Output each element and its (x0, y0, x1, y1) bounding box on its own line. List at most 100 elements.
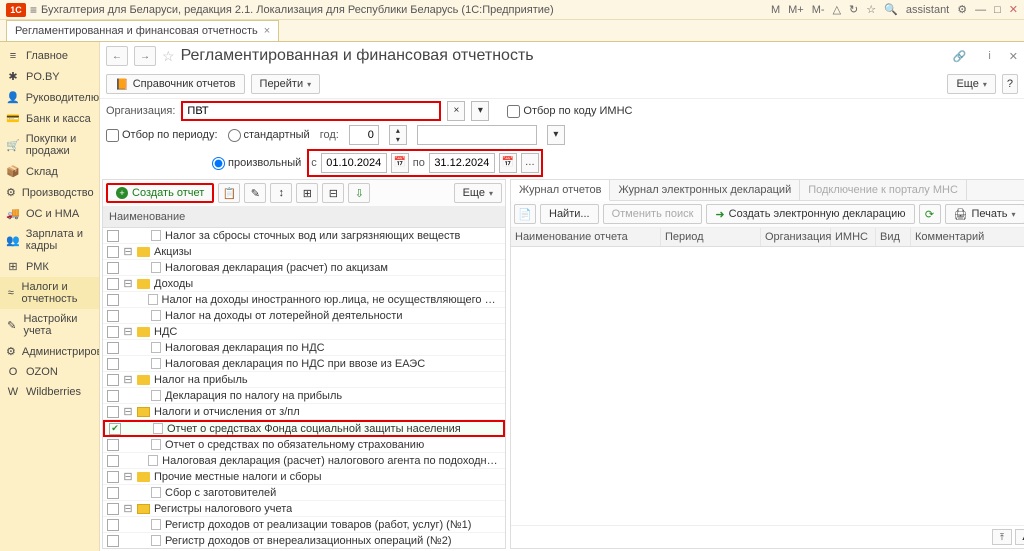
sidebar-item-6[interactable]: ⚙Производство (0, 182, 99, 203)
tree-item[interactable]: Сбор с заготовителей (103, 485, 505, 501)
sidebar-item-0[interactable]: ≡Главное (0, 46, 99, 66)
expand-icon[interactable]: ⊟ (123, 277, 133, 290)
tree-folder[interactable]: ⊟Налоги и отчисления от з/пл (103, 404, 505, 420)
checkbox[interactable] (107, 535, 119, 547)
bell-icon[interactable]: △ (833, 3, 841, 16)
org-clear-button[interactable]: × (447, 101, 465, 121)
titlebar-m[interactable]: M (771, 4, 780, 16)
sidebar-item-4[interactable]: 🛒Покупки и продажи (0, 129, 99, 161)
checkbox[interactable] (107, 246, 119, 258)
year-stepper[interactable]: ▴▾ (389, 125, 407, 145)
date-from-input[interactable] (321, 153, 387, 173)
scroll-top-button[interactable]: ⤒ (992, 529, 1012, 545)
checkbox[interactable] (107, 230, 119, 242)
collapse-button[interactable]: ⊟ (322, 183, 344, 203)
tree-item[interactable]: Регистр доходов от внереализационных опе… (103, 533, 505, 548)
checkbox[interactable] (107, 374, 119, 386)
filter-imns-checkbox[interactable]: Отбор по коду ИМНС (507, 105, 632, 118)
checkbox[interactable] (107, 262, 119, 274)
scroll-up-button[interactable]: ▲ (1015, 529, 1024, 545)
tree-folder[interactable]: ⊟Акцизы (103, 244, 505, 260)
star-icon[interactable]: ☆ (866, 3, 876, 16)
expand-icon[interactable]: ⊟ (123, 470, 133, 483)
print-button[interactable]: 🖨 Печать ▾ (945, 204, 1024, 224)
expand-button[interactable]: ⊞ (296, 183, 318, 203)
export-button[interactable]: ⇩ (348, 183, 370, 203)
tree-item[interactable]: Налоговая декларация (расчет) по акцизам (103, 260, 505, 276)
date-to-input[interactable] (429, 153, 495, 173)
period-arbitrary-radio[interactable]: произвольный (212, 157, 301, 170)
checkbox[interactable] (107, 519, 119, 531)
expand-icon[interactable]: ⊟ (123, 325, 133, 338)
maximize-icon[interactable]: □ (994, 4, 1001, 16)
user-label[interactable]: assistant (906, 4, 949, 16)
tree-item[interactable]: Налог за сбросы сточных вод или загрязня… (103, 228, 505, 244)
tree-folder[interactable]: ⊟Регистры налогового учета (103, 501, 505, 517)
titlebar-m-plus[interactable]: M+ (788, 4, 804, 16)
period-select-dropdown[interactable]: ▾ (547, 125, 565, 145)
checkbox[interactable] (107, 278, 119, 290)
date-from-calendar-icon[interactable]: 📅 (391, 153, 409, 173)
sidebar-item-10[interactable]: ≈Налоги и отчетность (0, 277, 99, 309)
checkbox[interactable] (107, 326, 119, 338)
sidebar-item-8[interactable]: 👥Зарплата и кадры (0, 224, 99, 256)
checkbox[interactable] (107, 439, 119, 451)
close-icon[interactable]: ✕ (1009, 3, 1018, 16)
expand-icon[interactable]: ⊟ (123, 405, 133, 418)
period-ellipsis-button[interactable]: … (521, 153, 539, 173)
more-button-top[interactable]: Еще ▾ (947, 74, 995, 94)
menu-icon[interactable]: ≡ (30, 3, 37, 17)
tree-item[interactable]: Налог на доходы от лотерейной деятельнос… (103, 308, 505, 324)
sidebar-item-14[interactable]: WWildberries (0, 382, 99, 402)
tree-item[interactable]: Регистр доходов от реализации товаров (р… (103, 517, 505, 533)
period-select-input[interactable] (417, 125, 537, 145)
tree-folder[interactable]: ⊟Доходы (103, 276, 505, 292)
checkbox[interactable] (107, 455, 119, 467)
sidebar-item-2[interactable]: 👤Руководителю (0, 87, 99, 108)
settings-icon[interactable]: ⚙ (957, 3, 967, 16)
expand-icon[interactable]: ⊟ (123, 245, 133, 258)
checkbox[interactable] (107, 503, 119, 515)
checkbox[interactable] (107, 471, 119, 483)
checkbox[interactable] (107, 342, 119, 354)
grid-body[interactable] (511, 247, 1024, 525)
subtab-1[interactable]: Журнал электронных деклараций (610, 180, 800, 200)
edit-button[interactable]: ✎ (244, 183, 266, 203)
sidebar-item-7[interactable]: 🚚ОС и НМА (0, 203, 99, 224)
sidebar-item-11[interactable]: ✎Настройки учета (0, 309, 99, 341)
more-left-button[interactable]: Еще ▾ (454, 183, 502, 203)
reports-tree[interactable]: Налог за сбросы сточных вод или загрязня… (103, 228, 505, 548)
tree-item[interactable]: Налоговая декларация по НДС при ввозе из… (103, 356, 505, 372)
checkbox[interactable] (107, 358, 119, 370)
sidebar-item-3[interactable]: 💳Банк и касса (0, 108, 99, 129)
sidebar-item-5[interactable]: 📦Склад (0, 161, 99, 182)
expand-icon[interactable]: ⊟ (123, 373, 133, 386)
year-input[interactable] (349, 125, 379, 145)
checkbox[interactable]: ✔ (109, 423, 121, 435)
info-icon[interactable]: i (988, 50, 990, 62)
sidebar-item-12[interactable]: ⚙Администрирование (0, 341, 99, 362)
tab-reports[interactable]: Регламентированная и финансовая отчетнос… (6, 20, 279, 41)
tree-item[interactable]: Декларация по налогу на прибыль (103, 388, 505, 404)
tree-item[interactable]: Налоговая декларация (расчет) налогового… (103, 453, 505, 469)
tree-folder[interactable]: ⊟Налог на прибыль (103, 372, 505, 388)
create-report-button[interactable]: + Создать отчет (106, 183, 214, 203)
reference-reports-button[interactable]: 📙 Справочник отчетов (106, 74, 245, 94)
checkbox[interactable] (107, 406, 119, 418)
favorite-icon[interactable]: ☆ (162, 48, 175, 65)
go-button[interactable]: Перейти ▾ (251, 74, 321, 94)
copy-button[interactable]: 📋 (218, 183, 240, 203)
find-button[interactable]: Найти... (540, 204, 599, 224)
help-button[interactable]: ? (1002, 74, 1018, 94)
forward-button[interactable]: → (134, 46, 156, 66)
checkbox[interactable] (107, 487, 119, 499)
refresh-button[interactable]: ⟳ (919, 204, 941, 224)
sidebar-item-1[interactable]: ✱PO.BY (0, 66, 99, 87)
search-titlebar-icon[interactable]: 🔍 (884, 3, 898, 16)
cancel-find-button[interactable]: Отменить поиск (603, 204, 703, 224)
titlebar-m-minus[interactable]: M- (812, 4, 825, 16)
checkbox[interactable] (107, 390, 119, 402)
checkbox[interactable] (107, 310, 119, 322)
filter-period-checkbox[interactable]: Отбор по периоду: (106, 129, 218, 142)
history-icon[interactable]: ↻ (849, 3, 858, 16)
